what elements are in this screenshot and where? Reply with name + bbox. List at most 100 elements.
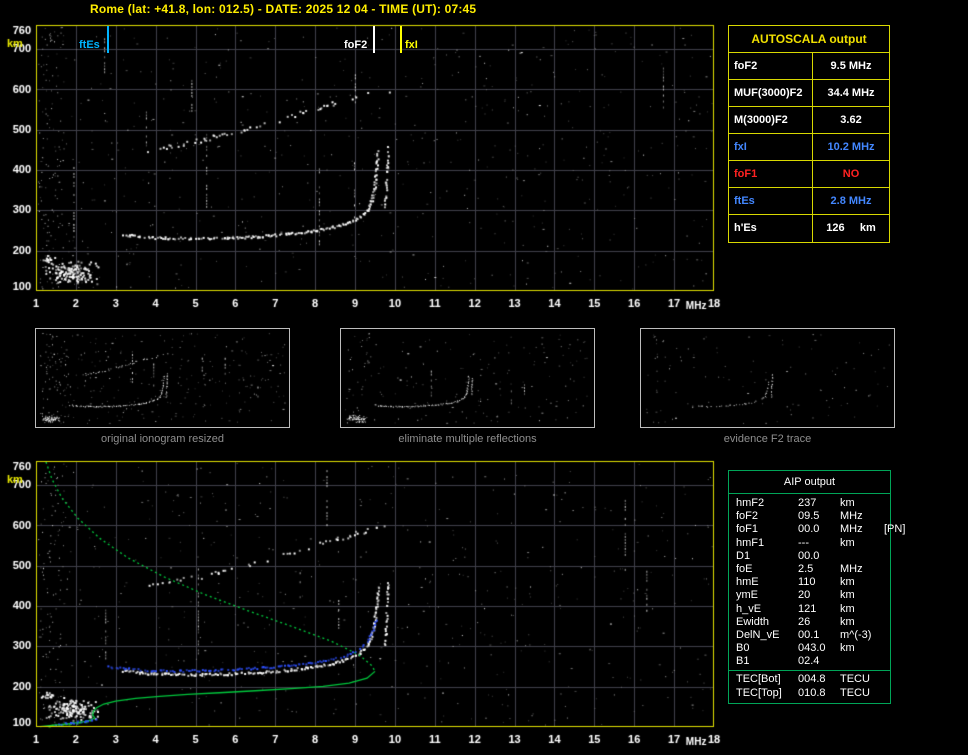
hmE-extra — [884, 576, 890, 589]
DelN_vE-label: DelN_vE — [736, 628, 780, 641]
tec-bot-unit: TECU — [840, 673, 870, 686]
B0-label: B0 — [736, 642, 750, 655]
table-row: B1 02.4 — [736, 655, 890, 668]
m3000f2-label: M(3000)F2 — [729, 107, 813, 133]
fxI-value: 10.2 MHz — [827, 141, 875, 153]
table-row: foF2 9.5 MHz — [729, 53, 889, 80]
DelN_vE-extra — [884, 629, 890, 642]
hmF2-value: 237 — [798, 497, 817, 509]
ymE-label: ymE — [736, 589, 758, 602]
tec-top-value: 010.8 — [798, 686, 826, 699]
B0-unit: km — [840, 642, 855, 655]
table-row: hmF1 --- km — [736, 537, 890, 550]
hmF2-label: hmF2 — [736, 497, 765, 509]
table-row: foF2 09.5 MHz — [736, 510, 890, 523]
ymE-unit: km — [840, 589, 855, 602]
table-row: hmE 110 km — [736, 576, 890, 589]
hmF2-unit: km — [840, 497, 855, 509]
table-row: MUF(3000)F2 34.4 MHz — [729, 80, 889, 107]
B1-unit — [840, 655, 884, 668]
table-row: DelN_vE 00.1 m^(-3) — [736, 629, 890, 642]
ymE-value: 20 — [798, 589, 811, 602]
table-row: foE 2.5 MHz — [736, 563, 890, 576]
D1-value: 00.0 — [798, 549, 820, 562]
tec-bot-label: TEC[Bot] — [736, 673, 781, 686]
hmF2-extra — [884, 497, 890, 510]
tec-bot-value: 004.8 — [798, 673, 826, 686]
aip-output-table: AIP output hmF2 237 km foF2 09.5 MHz foF1 00.… — [728, 470, 905, 704]
hmE-value: 110 — [798, 576, 816, 589]
foF2-marker-line — [373, 26, 375, 53]
foF1-label: foF1 — [729, 161, 813, 187]
foE-unit: MHz — [840, 562, 863, 575]
ymE-extra — [884, 589, 890, 602]
D1-label: D1 — [736, 549, 751, 562]
aip-tec-rows: TEC[Bot] 004.8 TECU TEC[Top] 010.8 TECU — [729, 671, 890, 702]
foF2-label: foF2 — [729, 53, 813, 79]
aip-rows: hmF2 237 km foF2 09.5 MHz foF1 00.0 MHz [PN] hm… — [729, 494, 905, 670]
foF2-marker-label: foF2 — [344, 39, 368, 51]
h_vE-unit: km — [840, 602, 855, 615]
B1-extra — [884, 655, 890, 668]
foF2-value: 9.5 MHz — [830, 60, 872, 72]
table-row: h_vE 121 km — [736, 603, 890, 616]
table-row: h'Es 126 km — [729, 215, 889, 242]
foE-label: foE — [736, 562, 753, 575]
tec-top-label: TEC[Top] — [736, 686, 782, 699]
foF2-label: foF2 — [736, 510, 759, 523]
B1-value: 02.4 — [798, 655, 820, 668]
hEs-label: h'Es — [729, 215, 813, 242]
profile-ionogram-chart — [0, 456, 728, 754]
Ewidth-extra — [884, 616, 890, 629]
foF1-value: NO — [842, 168, 860, 180]
hmF1-label: hmF1 — [736, 536, 765, 549]
muf3000f2-label: MUF(3000)F2 — [729, 80, 813, 106]
thumbnail-original-ionogram — [35, 328, 290, 428]
foF2-unit: MHz — [840, 510, 863, 523]
table-row: TEC[Bot] 004.8 TECU — [736, 673, 890, 686]
hEs-value: 126 km — [826, 222, 876, 234]
thumbnail-caption: eliminate multiple reflections — [398, 433, 537, 445]
main-ionogram-chart — [0, 18, 728, 312]
tec-bot-extra — [884, 673, 890, 686]
h_vE-value: 121 — [798, 602, 817, 615]
table-row: Ewidth 26 km — [736, 616, 890, 629]
hmE-label: hmE — [736, 576, 759, 589]
table-row: ftEs 2.8 MHz — [729, 188, 889, 215]
table-row: hmF2 237 km — [736, 497, 890, 510]
ftEs-marker-line — [107, 26, 109, 53]
muf3000f2-value: 34.4 MHz — [827, 87, 875, 99]
B0-value: 043.0 — [798, 642, 826, 655]
Ewidth-label: Ewidth — [736, 615, 770, 628]
foF1-value: 00.0 — [798, 523, 820, 536]
table-row: B0 043.0 km — [736, 642, 890, 655]
foE-value: 2.5 — [798, 562, 814, 575]
table-row: ymE 20 km — [736, 589, 890, 602]
foF2-value: 09.5 — [798, 510, 820, 523]
aip-table-title: AIP output — [729, 471, 890, 494]
B0-extra — [884, 642, 890, 655]
thumbnail-caption: evidence F2 trace — [723, 433, 812, 445]
tec-top-unit: TECU — [840, 686, 870, 699]
B1-label: B1 — [736, 655, 750, 668]
autoscala-table-title: AUTOSCALA output — [729, 26, 889, 53]
D1-extra — [884, 550, 890, 563]
h_vE-label: h_vE — [736, 602, 762, 615]
table-row: foF1 NO — [729, 161, 889, 188]
Ewidth-unit: km — [840, 615, 855, 628]
hmF1-unit: km — [840, 536, 855, 549]
m3000f2-value: 3.62 — [840, 114, 862, 126]
D1-unit — [840, 550, 884, 563]
DelN_vE-value: 00.1 — [798, 628, 820, 641]
table-row: fxI 10.2 MHz — [729, 134, 889, 161]
fxI-marker-line — [400, 26, 402, 53]
ftEs-marker-label: ftEs — [79, 39, 100, 51]
table-row: M(3000)F2 3.62 — [729, 107, 889, 134]
hmF1-value: --- — [798, 536, 809, 549]
DelN_vE-unit: m^(-3) — [840, 628, 872, 641]
foF1-label: foF1 — [736, 523, 759, 536]
table-row: D1 00.0 — [736, 550, 890, 563]
page-title: Rome (lat: +41.8, lon: 012.5) - DATE: 20… — [90, 2, 477, 16]
foF1-unit: MHz — [840, 523, 863, 536]
thumbnail-caption: original ionogram resized — [101, 433, 224, 445]
